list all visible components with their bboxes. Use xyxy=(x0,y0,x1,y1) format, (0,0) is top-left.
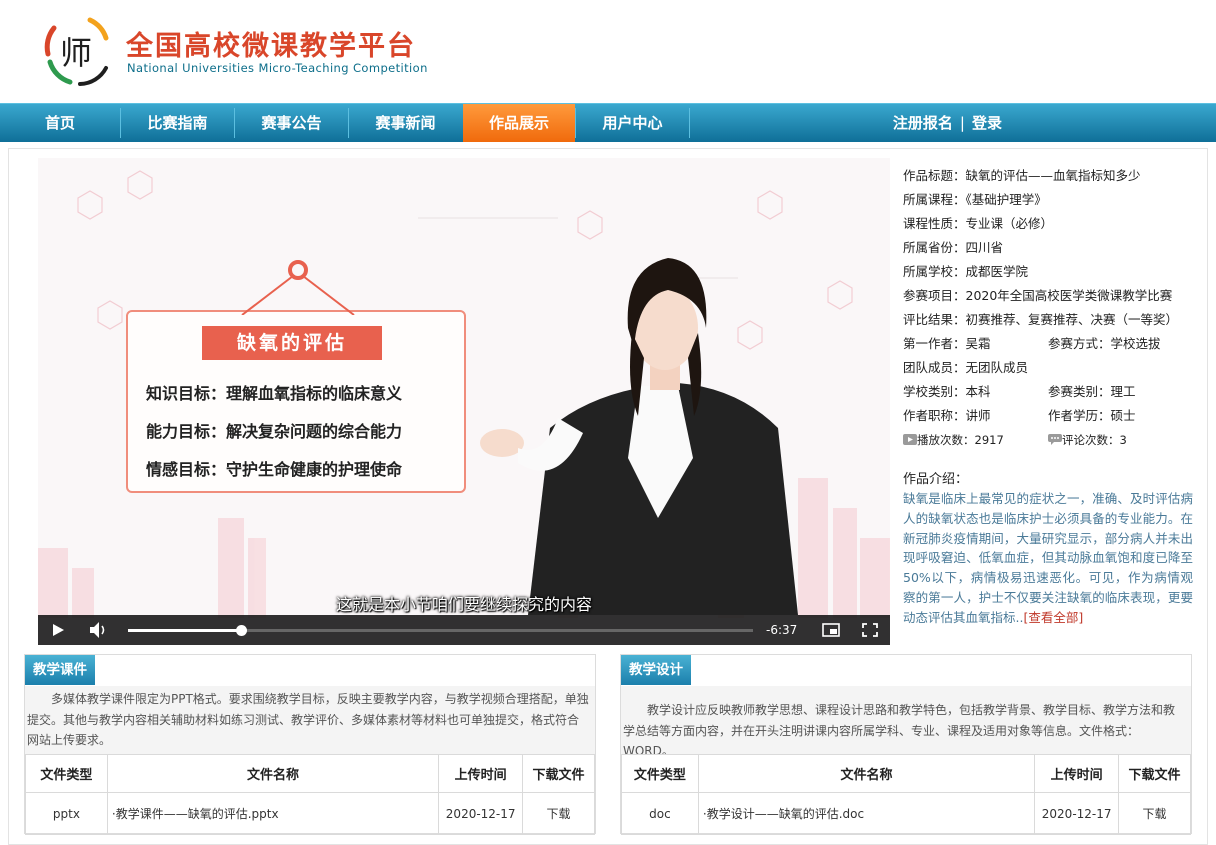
slide-hanger-icon xyxy=(241,260,355,315)
work-author-title: 作者职称：讲师 xyxy=(903,408,991,423)
work-author: 第一作者：吴霜 xyxy=(903,336,991,351)
nav-divider xyxy=(689,108,690,138)
view-all-link[interactable]: [查看全部] xyxy=(1023,610,1083,625)
work-school: 所属学校：成都医学院 xyxy=(903,264,1029,279)
comment-count: 评论次数：3 xyxy=(1048,430,1127,450)
slide-goal-ability: 能力目标：解决复杂问题的综合能力 xyxy=(146,422,403,441)
file-name: ·教学课件——缺氧的评估.pptx xyxy=(106,792,440,835)
progress-fill xyxy=(128,629,241,632)
col-file-type: 文件类型 xyxy=(621,754,699,793)
courseware-table: 文件类型 文件名称 上传时间 下载文件 pptx ·教学课件——缺氧的评估.pp… xyxy=(25,754,595,835)
video-player[interactable]: 缺氧的评估 知识目标：理解血氧指标的临床意义 能力目标：解决复杂问题的综合能力 … xyxy=(38,158,890,645)
courseware-desc: 多媒体教学课件限定为PPT格式。要求围绕教学目标，反映主要教学内容，与教学视频合… xyxy=(25,686,595,754)
time-remaining: -6:37 xyxy=(766,623,798,637)
comment-icon xyxy=(1048,434,1062,445)
nav-item-guide[interactable]: 比赛指南 xyxy=(121,104,234,142)
site-subtitle: National Universities Micro-Teaching Com… xyxy=(127,61,428,75)
col-file-type: 文件类型 xyxy=(25,754,108,793)
slide-goal-knowledge: 知识目标：理解血氧指标的临床意义 xyxy=(146,384,403,403)
table-row: pptx ·教学课件——缺氧的评估.pptx 2020-12-17 下载 xyxy=(25,792,595,835)
design-panel: 教学设计 教学设计应反映教师教学思想、课程设计思路和教学特色，包括教学背景、教学… xyxy=(620,654,1192,835)
pip-icon[interactable] xyxy=(822,615,840,645)
intro-text: 缺氧是临床上最常见的症状之一，准确、及时评估病人的缺氧状态也是临床护士必须具备的… xyxy=(903,489,1193,628)
nav-item-user-center[interactable]: 用户中心 xyxy=(576,104,689,142)
work-province: 所属省份：四川省 xyxy=(903,240,1004,255)
nav-item-announcements[interactable]: 赛事公告 xyxy=(235,104,348,142)
intro-body: 缺氧是临床上最常见的症状之一，准确、及时评估病人的缺氧状态也是临床护士必须具备的… xyxy=(903,491,1193,625)
work-degree: 作者学历：硕士 xyxy=(1048,408,1136,423)
intro-heading: 作品介绍： xyxy=(903,472,969,487)
volume-icon[interactable] xyxy=(88,615,108,645)
file-type: pptx xyxy=(25,792,108,835)
play-icon[interactable] xyxy=(50,615,66,645)
courseware-panel: 教学课件 多媒体教学课件限定为PPT格式。要求围绕教学目标，反映主要教学内容，与… xyxy=(24,654,596,835)
design-table: 文件类型 文件名称 上传时间 下载文件 doc ·教学设计——缺氧的评估.doc… xyxy=(621,754,1191,835)
progress-handle[interactable] xyxy=(235,625,247,636)
nav-item-news[interactable]: 赛事新闻 xyxy=(349,104,462,142)
file-name: ·教学设计——缺氧的评估.doc xyxy=(697,792,1036,835)
upload-time: 2020-12-17 xyxy=(1034,792,1120,835)
col-download: 下载文件 xyxy=(522,754,595,793)
file-type: doc xyxy=(621,792,699,835)
upload-time: 2020-12-17 xyxy=(438,792,524,835)
work-school-type: 学校类别：本科 xyxy=(903,384,991,399)
work-project: 参赛项目：2020年全国高校医学类微课教学比赛 xyxy=(903,288,1173,303)
auth-links: 注册报名 | 登录 xyxy=(893,104,1002,142)
slide-card: 缺氧的评估 知识目标：理解血氧指标的临床意义 能力目标：解决复杂问题的综合能力 … xyxy=(126,260,466,493)
register-link[interactable]: 注册报名 xyxy=(893,114,953,132)
col-file-name: 文件名称 xyxy=(106,754,440,793)
col-file-name: 文件名称 xyxy=(697,754,1036,793)
design-desc: 教学设计应反映教师教学思想、课程设计思路和教学特色，包括教学背景、教学目标、教学… xyxy=(621,686,1191,758)
login-link[interactable]: 登录 xyxy=(972,114,1002,132)
col-download: 下载文件 xyxy=(1118,754,1191,793)
table-header-row: 文件类型 文件名称 上传时间 下载文件 xyxy=(621,754,1191,793)
slide-goal-emotion: 情感目标：守护生命健康的护理使命 xyxy=(146,460,403,479)
auth-separator: | xyxy=(959,114,965,132)
nav-item-showcase[interactable]: 作品展示 xyxy=(463,104,575,142)
logo-icon[interactable]: 师 xyxy=(40,14,114,88)
download-link[interactable]: 下载 xyxy=(522,792,595,835)
work-nature: 课程性质：专业课（必修） xyxy=(903,216,1054,231)
nav-item-home[interactable]: 首页 xyxy=(0,104,120,142)
work-course: 所属课程：《基础护理学》 xyxy=(903,192,1047,207)
work-entry-mode: 参赛方式：学校选拔 xyxy=(1048,336,1161,351)
design-title: 教学设计 xyxy=(621,655,691,685)
work-title: 作品标题：缺氧的评估——血氧指标知多少 xyxy=(903,168,1141,183)
col-upload-time: 上传时间 xyxy=(1034,754,1120,793)
work-team: 团队成员：无团队成员 xyxy=(903,360,1029,375)
table-header-row: 文件类型 文件名称 上传时间 下载文件 xyxy=(25,754,595,793)
play-count: 播放次数：2917 xyxy=(903,430,1004,450)
play-count-icon xyxy=(903,434,917,445)
video-subtitle: 这就是本小节咱们要继续探究的内容 xyxy=(335,595,592,614)
presenter-figure xyxy=(480,258,798,615)
site-title: 全国高校微课教学平台 xyxy=(126,31,416,62)
play-count-text: 播放次数：2917 xyxy=(917,433,1004,447)
download-link[interactable]: 下载 xyxy=(1118,792,1191,835)
col-upload-time: 上传时间 xyxy=(438,754,524,793)
progress-bar[interactable] xyxy=(128,625,753,636)
comment-count-text: 评论次数：3 xyxy=(1062,433,1127,447)
work-entry-type: 参赛类别：理工 xyxy=(1048,384,1136,399)
main-nav: 首页 比赛指南 赛事公告 赛事新闻 作品展示 用户中心 注册报名 | 登录 xyxy=(0,103,1216,142)
svg-text:师: 师 xyxy=(60,34,92,72)
work-result: 评比结果：初赛推荐、复赛推荐、决赛（一等奖） xyxy=(903,312,1179,327)
fullscreen-icon[interactable] xyxy=(862,615,878,645)
table-row: doc ·教学设计——缺氧的评估.doc 2020-12-17 下载 xyxy=(621,792,1191,835)
slide-title: 缺氧的评估 xyxy=(202,326,382,360)
video-controls: -6:37 xyxy=(38,615,890,645)
courseware-title: 教学课件 xyxy=(25,655,95,685)
site-header: 师 全国高校微课教学平台 National Universities Micro… xyxy=(0,0,1216,103)
